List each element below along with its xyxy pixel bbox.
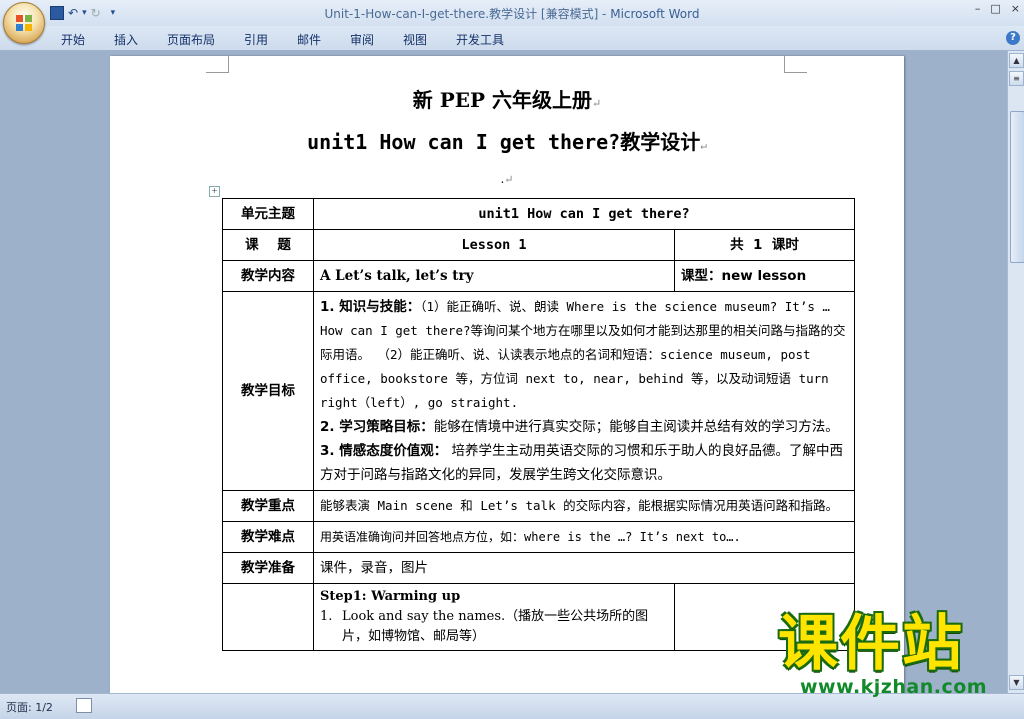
scroll-thumb[interactable] [1010, 111, 1024, 263]
cell-unit-theme[interactable]: unit1 How can I get there? [312, 198, 856, 230]
crop-mark-left [206, 56, 229, 73]
table-row: 教学难点 用英语准确询问并回答地点方位，如：where is the …? It… [222, 521, 856, 553]
cell-content[interactable]: A Let’s talk, let’s try [313, 260, 675, 292]
tab-home[interactable]: 开始 [61, 31, 85, 48]
table-row: 教学准备 课件，录音，图片 [222, 552, 856, 584]
document-workspace: 新 PEP 六年级上册↵ unit1 How can I get there?教… [0, 51, 1007, 693]
lesson-plan-table: 单元主题 unit1 How can I get there? 课 题 Less… [222, 198, 856, 651]
cell-label[interactable]: 教学目标 [222, 291, 314, 491]
step-title: Step1: Warming up [320, 589, 461, 604]
table-row: 单元主题 unit1 How can I get there? [222, 198, 856, 230]
table-row: 教学重点 能够表演 Main scene 和 Let’s talk 的交际内容，… [222, 490, 856, 522]
tab-view[interactable]: 视图 [403, 31, 427, 48]
document-title: 新 PEP 六年级上册↵ [110, 84, 904, 113]
tab-insert[interactable]: 插入 [114, 31, 138, 48]
tab-developer[interactable]: 开发工具 [456, 31, 504, 48]
cell-hours[interactable]: 共 1 课时 [673, 229, 856, 261]
cell-lesson-type[interactable]: 课型：new lesson [673, 260, 856, 292]
tab-page-layout[interactable]: 页面布局 [167, 31, 215, 48]
cell-label[interactable]: 课 题 [222, 229, 314, 261]
ruler-toggle-icon[interactable]: ≡ [1009, 71, 1024, 86]
proofing-icon[interactable] [76, 698, 92, 713]
tab-mailings[interactable]: 邮件 [297, 31, 321, 48]
paragraph-mark: ↵ [700, 139, 707, 152]
minimize-button[interactable]: – [975, 2, 981, 15]
vertical-scrollbar[interactable]: ▲ ≡ ▼ [1007, 51, 1024, 693]
office-button[interactable] [3, 2, 45, 44]
watermark-url: www.kjzhan.com [800, 676, 988, 698]
table-move-handle-icon[interactable]: + [209, 186, 220, 197]
cell-label[interactable]: 教学准备 [222, 552, 314, 584]
cell-preparation[interactable]: 课件，录音，图片 [312, 552, 856, 584]
cell-procedure[interactable]: Step1: Warming up 1. Look and say the na… [313, 583, 675, 651]
tab-review[interactable]: 审阅 [350, 31, 374, 48]
empty-paragraph: .↵ [110, 172, 904, 186]
table-row: Step1: Warming up 1. Look and say the na… [222, 583, 856, 651]
office-logo-icon [16, 15, 32, 31]
document-name: Unit-1-How-can-I-get-there.教学设计 [兼容模式] - [324, 7, 611, 21]
help-icon[interactable]: ? [1006, 31, 1020, 45]
watermark-brand: 课件站 [778, 609, 964, 679]
site-watermark-logo: 课件站 www.kjzhan.com [772, 614, 1008, 698]
cell-lesson[interactable]: Lesson 1 [313, 229, 675, 261]
objective-knowledge: 1. 知识与技能：（1）能正确听、说、朗读 Where is the scien… [320, 299, 846, 410]
table-row: 课 题 Lesson 1 共 1 课时 [222, 229, 856, 261]
app-name: Microsoft Word [610, 7, 700, 21]
cell-label-empty[interactable] [222, 583, 314, 651]
window-title: Unit-1-How-can-I-get-there.教学设计 [兼容模式] -… [0, 5, 1024, 22]
ribbon-tabs: 开始 插入 页面布局 引用 邮件 审阅 视图 开发工具 [0, 26, 1024, 51]
objective-attitude: 3. 情感态度价值观： 培养学生主动用英语交际的习惯和乐于助人的良好品德。了解中… [320, 443, 844, 483]
tab-references[interactable]: 引用 [244, 31, 268, 48]
document-page[interactable]: 新 PEP 六年级上册↵ unit1 How can I get there?教… [110, 56, 904, 693]
cell-objectives[interactable]: 1. 知识与技能：（1）能正确听、说、朗读 Where is the scien… [312, 291, 856, 491]
cell-label[interactable]: 教学内容 [222, 260, 314, 292]
cell-label[interactable]: 教学重点 [222, 490, 314, 522]
window-controls: – □ × [975, 2, 1020, 15]
table-row: 教学内容 A Let’s talk, let’s try 课型：new less… [222, 260, 856, 292]
cell-label[interactable]: 教学难点 [222, 521, 314, 553]
cell-label[interactable]: 单元主题 [222, 198, 314, 230]
document-subtitle: unit1 How can I get there?教学设计↵ [110, 126, 904, 155]
cell-key-points[interactable]: 能够表演 Main scene 和 Let’s talk 的交际内容，能根据实际… [312, 490, 856, 522]
paragraph-mark: ↵ [504, 173, 514, 186]
objective-strategy: 2. 学习策略目标：能够在情境中进行真实交际；能够自主阅读并总结有效的学习方法。 [320, 419, 839, 435]
close-button[interactable]: × [1011, 2, 1020, 15]
title-text: 新 PEP 六年级上册 [412, 88, 593, 112]
step-list-item: 1. Look and say the names.（播放一些公共场所的图片，如… [320, 609, 649, 644]
cell-difficulties[interactable]: 用英语准确询问并回答地点方位，如：where is the …? It’s ne… [312, 521, 856, 553]
title-bar: ↶ ▾ ↻ ▾ Unit-1-How-can-I-get-there.教学设计 … [0, 0, 1024, 26]
crop-mark-right [784, 56, 807, 73]
maximize-button[interactable]: □ [990, 2, 1000, 15]
paragraph-mark: ↵ [592, 97, 602, 110]
table-row: 教学目标 1. 知识与技能：（1）能正确听、说、朗读 Where is the … [222, 291, 856, 491]
scroll-up-icon[interactable]: ▲ [1009, 53, 1024, 68]
page-indicator[interactable]: 页面: 1/2 [6, 699, 53, 715]
subtitle-text: unit1 How can I get there?教学设计 [307, 130, 701, 154]
scroll-down-icon[interactable]: ▼ [1009, 675, 1024, 690]
